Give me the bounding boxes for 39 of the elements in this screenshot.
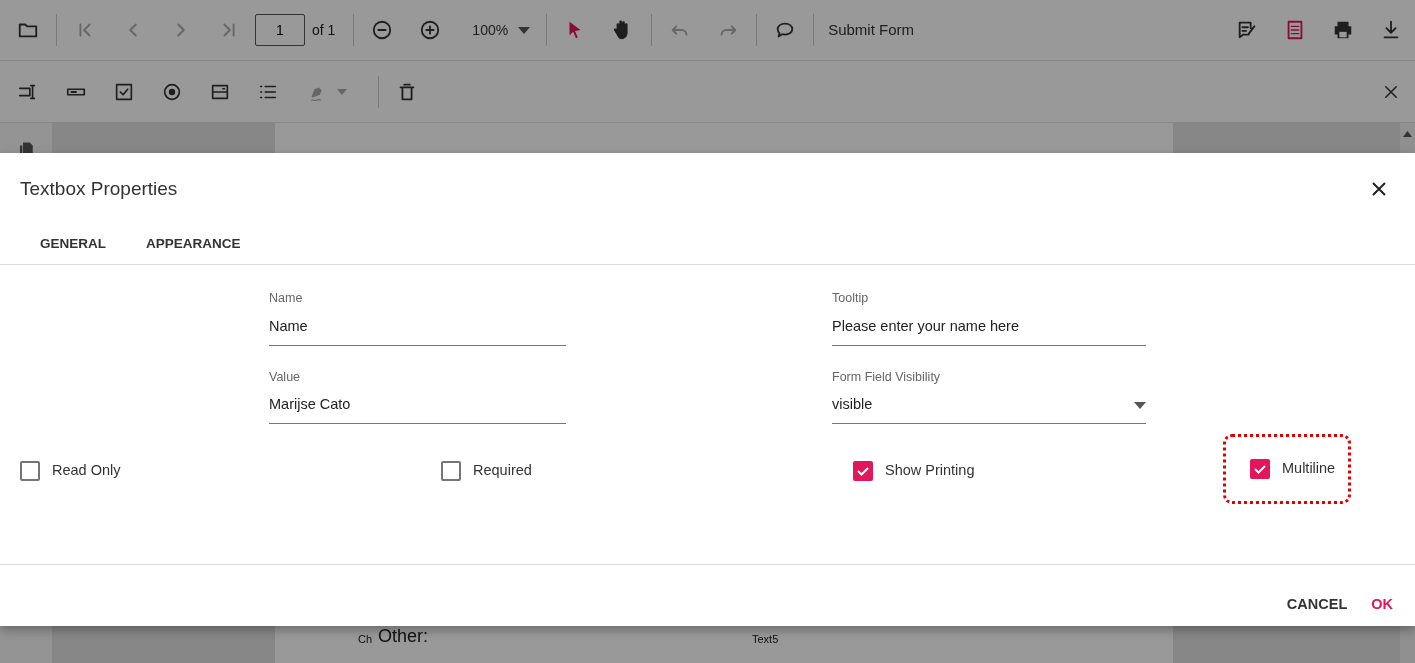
input-field[interactable]: Name (269, 311, 566, 346)
caret-icon (337, 88, 347, 95)
field-label: Name (269, 290, 304, 307)
checkbox[interactable] (1250, 459, 1270, 479)
dialog-title: Textbox Properties (20, 177, 178, 201)
caret-icon (1134, 401, 1146, 409)
checkbox[interactable] (20, 461, 40, 481)
tab[interactable]: APPEARANCE (126, 225, 261, 265)
checkbox[interactable] (853, 461, 873, 481)
visibility-dropdown[interactable]: visible (832, 390, 1146, 424)
cancel-button[interactable]: CANCEL (1274, 586, 1360, 624)
input-field[interactable]: Please enter your name here (832, 311, 1146, 346)
checkbox-label: Read Only (52, 461, 121, 481)
field-label: Value (269, 368, 302, 386)
field-label: Form Field Visibility (832, 368, 942, 386)
checkbox[interactable] (441, 461, 461, 481)
checkbox-label: Multiline (1282, 459, 1336, 479)
zoom-out-icon (371, 19, 394, 41)
form-edit-icon (1236, 19, 1258, 41)
checkbox-label: Required (473, 461, 532, 481)
tab[interactable]: GENERAL (20, 225, 126, 265)
zoom-in-icon (419, 19, 442, 41)
scroll-up-icon[interactable] (1403, 131, 1412, 137)
zoom-dropdown[interactable]: 100% (454, 19, 543, 41)
caret-icon (518, 26, 531, 34)
document-text: Other: (378, 625, 429, 648)
ok-button[interactable]: OK (1359, 586, 1405, 624)
check-icon (856, 464, 870, 478)
form-field-text: Text5 (752, 632, 779, 647)
submit-form-button[interactable]: Submit Form (818, 18, 925, 42)
printer-icon (1332, 19, 1354, 41)
page-count: of 1 (312, 20, 336, 40)
checkbox-label: Show Printing (885, 461, 975, 481)
page-number-field[interactable]: 1 (255, 14, 305, 46)
field-label: Tooltip (832, 290, 870, 307)
document-text: Ch (358, 632, 373, 647)
check-icon (1253, 462, 1267, 476)
close-icon (1371, 181, 1387, 197)
input-field[interactable]: Marijse Cato (269, 390, 566, 424)
